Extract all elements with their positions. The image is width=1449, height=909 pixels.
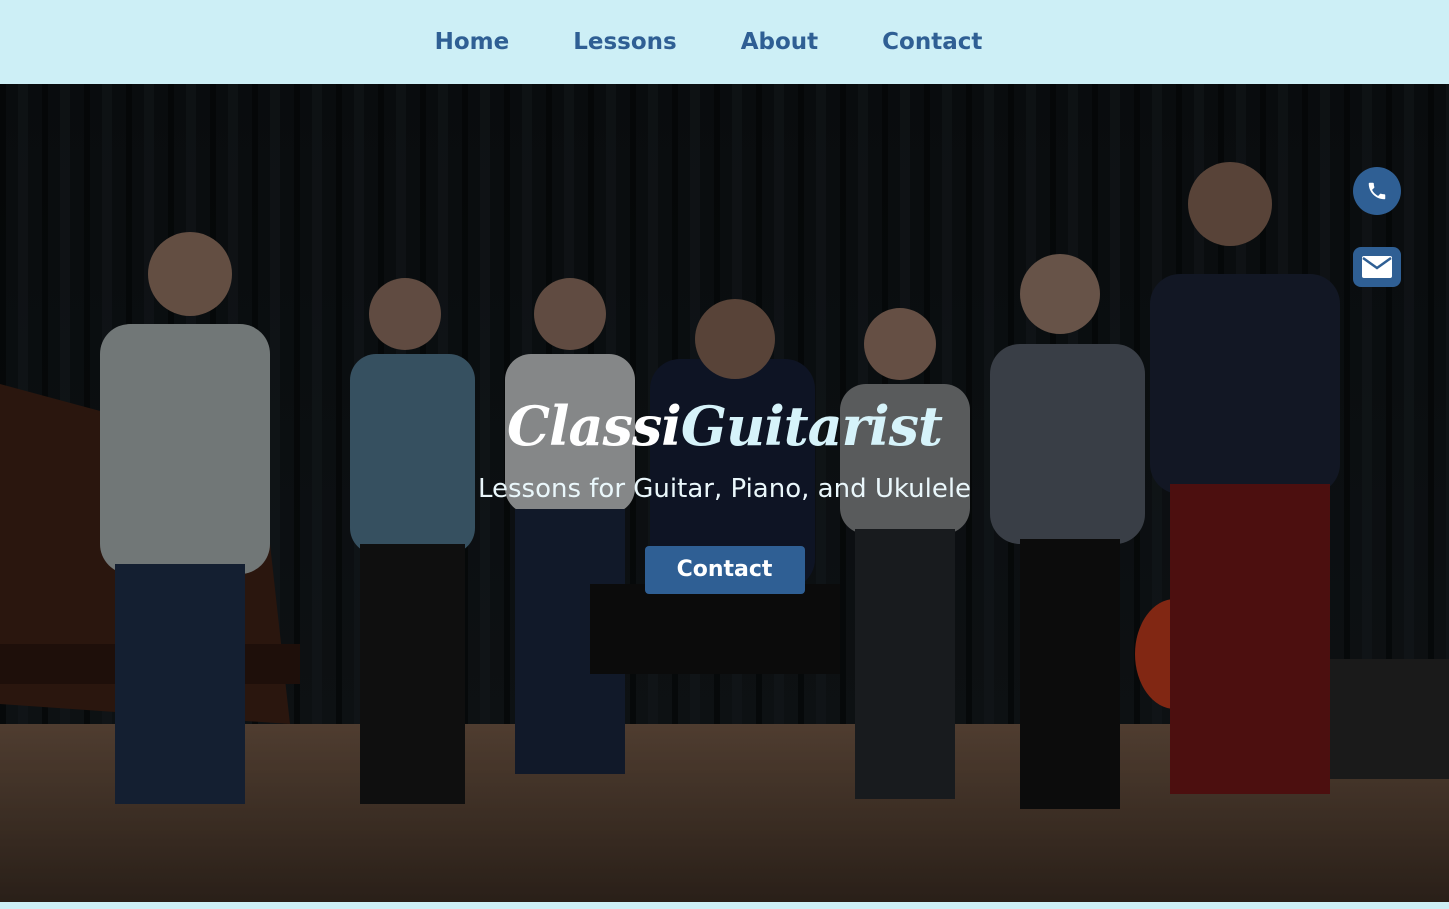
hero-tagline: Lessons for Guitar, Piano, and Ukulele [477, 474, 972, 504]
footer-strip [0, 902, 1449, 909]
hero-content: ClassiGuitarist Lessons for Guitar, Pian… [0, 394, 1449, 594]
brand-title-part2: Guitarist [680, 394, 943, 458]
brand-title-part1: Classi [507, 394, 682, 458]
hero-contact-button[interactable]: Contact [644, 546, 805, 594]
main-navigation: Home Lessons About Contact [0, 0, 1449, 84]
nav-link-home[interactable]: Home [435, 29, 542, 55]
phone-button[interactable] [1353, 167, 1401, 215]
hero-section: ClassiGuitarist Lessons for Guitar, Pian… [0, 84, 1449, 902]
email-button[interactable] [1353, 247, 1401, 287]
brand-title: ClassiGuitarist [0, 394, 1449, 458]
nav-link-lessons[interactable]: Lessons [541, 29, 709, 55]
mail-icon [1362, 256, 1392, 278]
nav-link-about[interactable]: About [709, 29, 850, 55]
phone-icon [1368, 182, 1386, 200]
nav-link-contact[interactable]: Contact [850, 29, 1014, 55]
